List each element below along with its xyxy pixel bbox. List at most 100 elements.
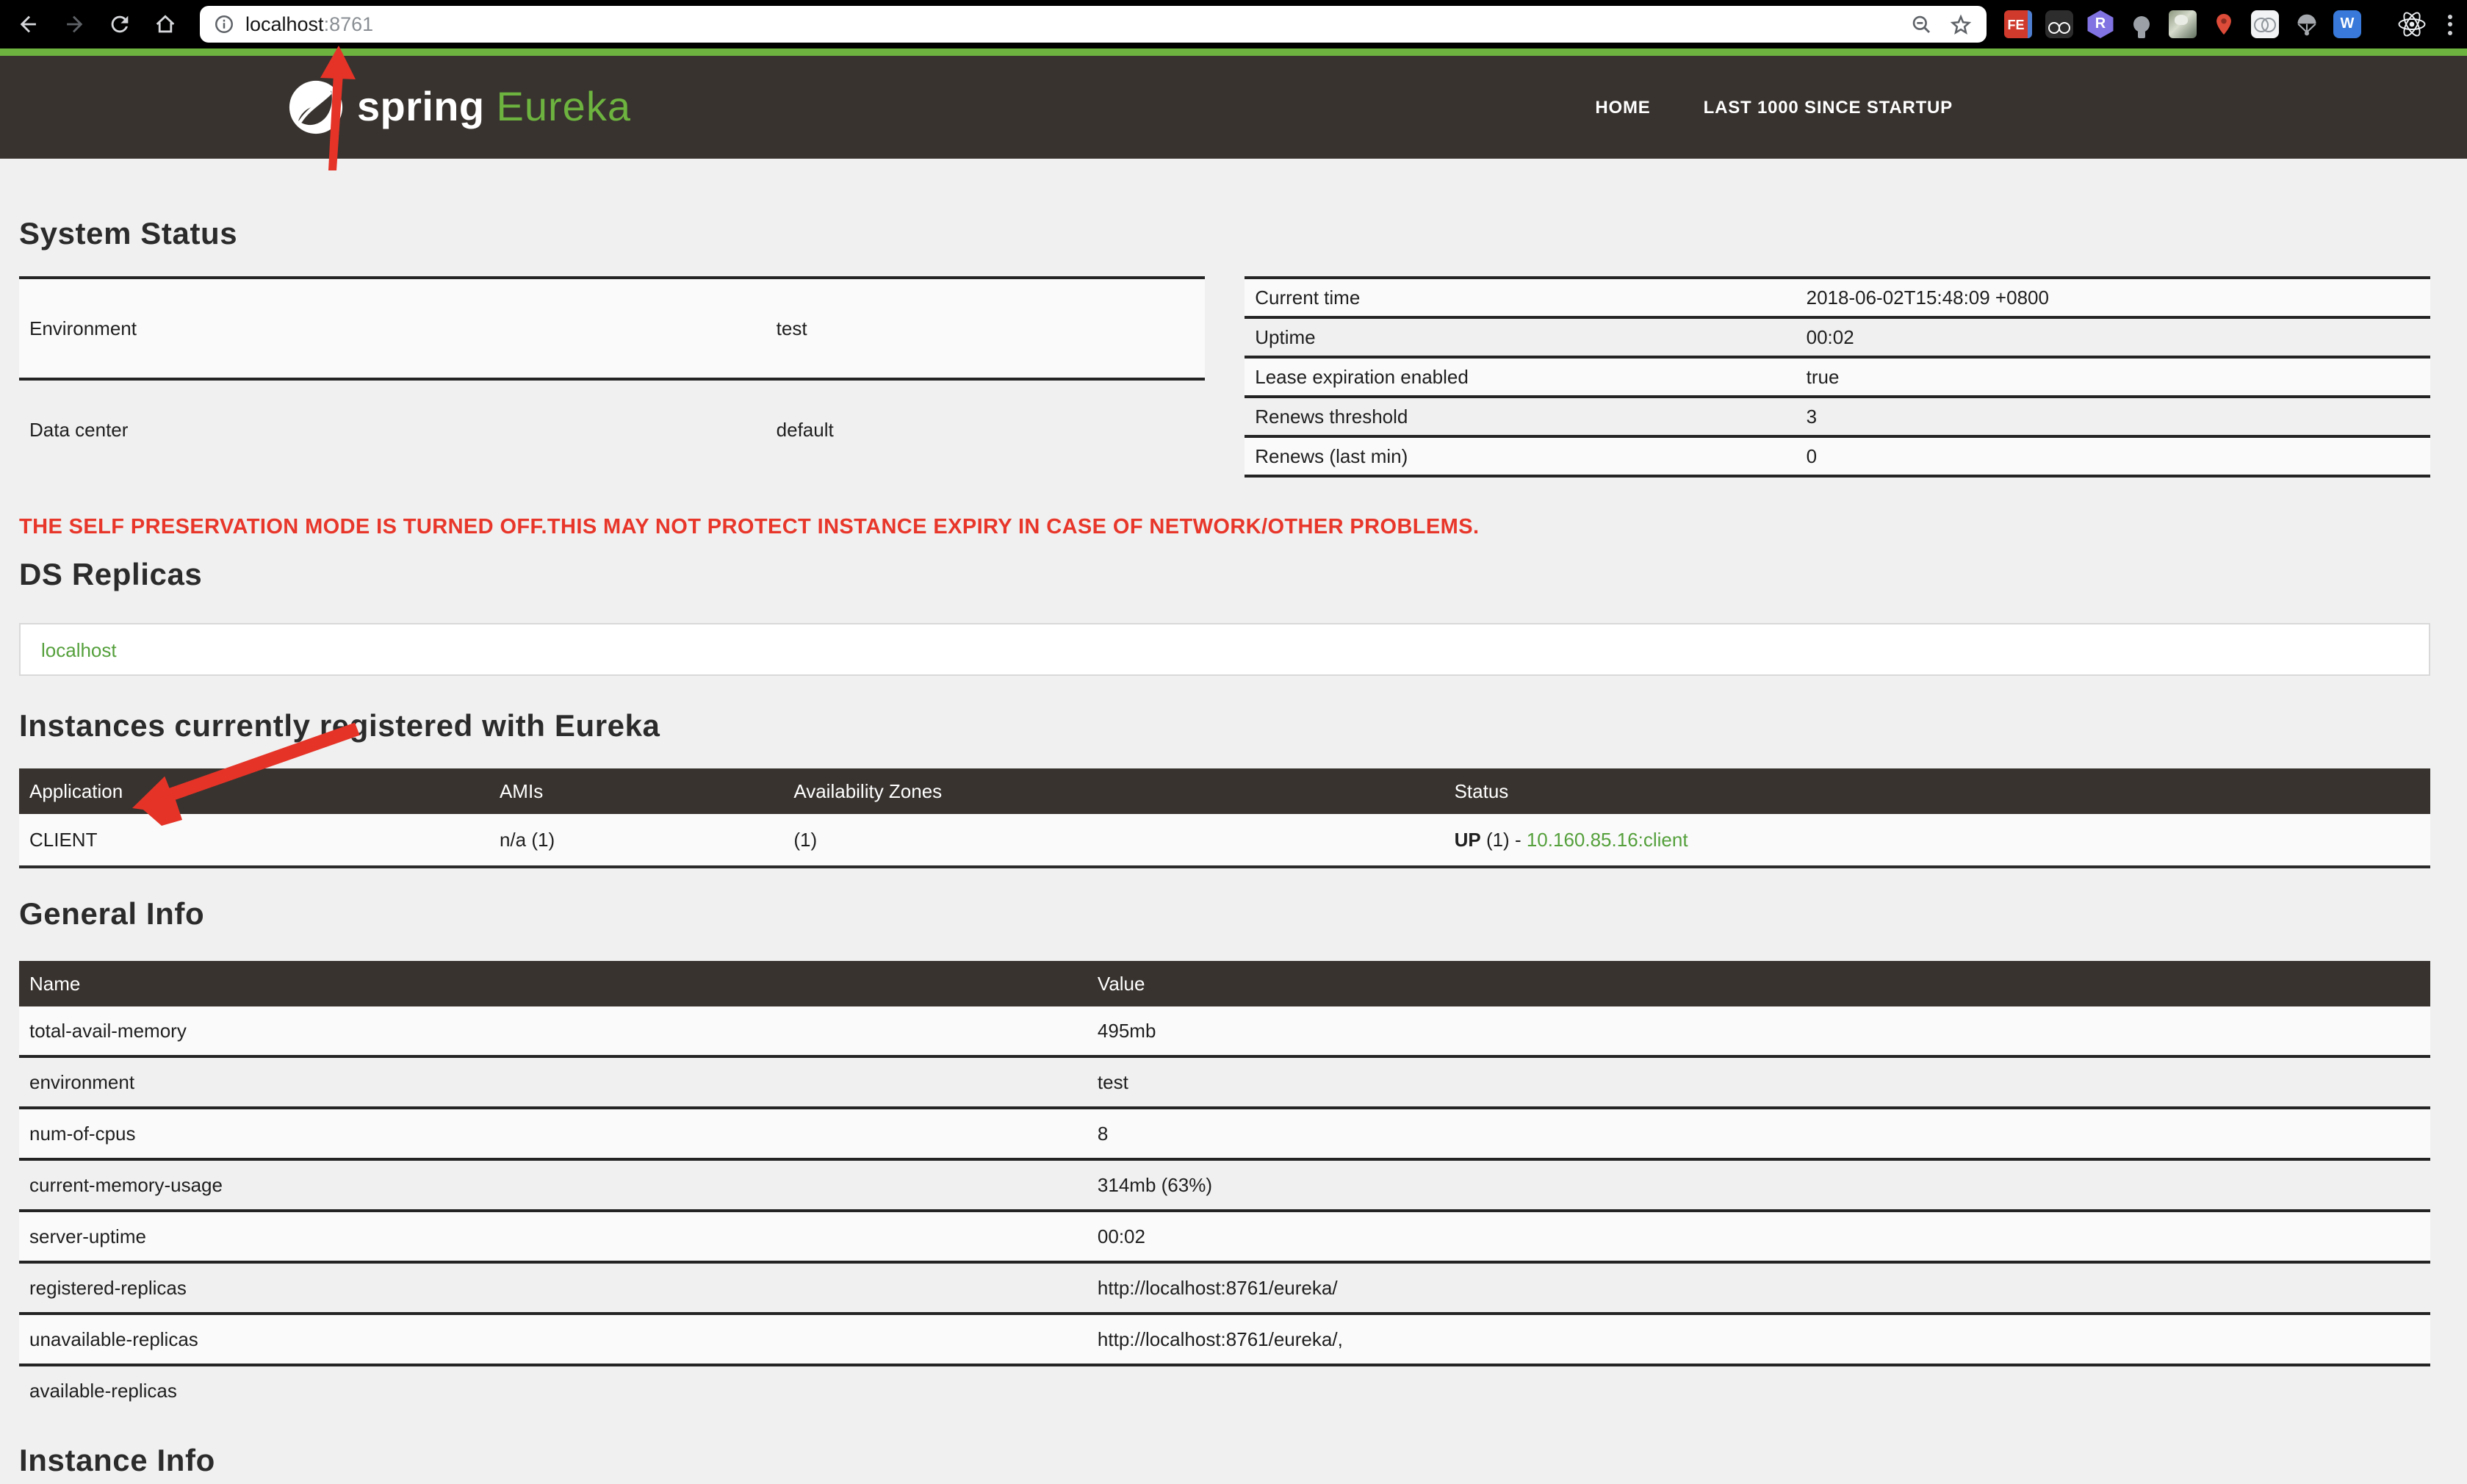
- table-row: Current time 2018-06-02T15:48:09 +0800: [1245, 276, 2430, 317]
- info-name: total-avail-memory: [19, 1006, 1087, 1056]
- back-arrow-icon: [19, 15, 35, 33]
- row-label: Uptime: [1245, 316, 1796, 357]
- instances-title: Instances currently registered with Eure…: [19, 710, 660, 743]
- header-nav: HOME LAST 1000 SINCE STARTUP: [1595, 97, 1953, 118]
- browser-toolbar: localhost:8761 FE R W: [0, 0, 2467, 48]
- info-value: 314mb (63%): [1087, 1158, 2430, 1211]
- row-label: Data center: [19, 378, 766, 478]
- info-value: 8: [1087, 1106, 2430, 1159]
- refresh-icon: [110, 15, 128, 33]
- nav-last-1000-link[interactable]: LAST 1000 SINCE STARTUP: [1704, 97, 1953, 118]
- instance-row: CLIENT n/a (1) (1) UP (1) - 10.160.85.16…: [19, 814, 2430, 868]
- refresh-button[interactable]: [100, 5, 138, 43]
- table-row: Uptime 00:02: [1245, 316, 2430, 357]
- zoom-out-icon[interactable]: [1910, 12, 1934, 36]
- react-devtools-button[interactable]: [2396, 9, 2427, 40]
- general-info-table: Name Value total-avail-memory 495mb envir…: [19, 961, 2430, 1415]
- home-button[interactable]: [145, 5, 184, 43]
- instance-zones: (1): [783, 814, 1444, 868]
- extension-avatar-icon[interactable]: [2169, 10, 2197, 38]
- general-info-header-row: Name Value: [19, 961, 2430, 1006]
- system-status-left-table: Environment test Data center default: [19, 275, 1205, 478]
- info-value: 00:02: [1087, 1209, 2430, 1262]
- address-bar[interactable]: localhost:8761: [200, 6, 1987, 43]
- page-info-icon[interactable]: [213, 13, 235, 35]
- extension-fe-icon[interactable]: FE: [2004, 10, 2032, 38]
- bookmark-star-icon[interactable]: [1948, 12, 1973, 37]
- browser-menu-button[interactable]: [2448, 14, 2452, 35]
- column-header-name: Name: [19, 961, 1087, 1006]
- url-port: :8761: [323, 13, 374, 35]
- back-button[interactable]: [9, 5, 47, 43]
- page-content: System Status Environment test Data cent…: [0, 159, 2467, 1484]
- info-value: test: [1087, 1055, 2430, 1108]
- extension-rings-icon[interactable]: [2251, 10, 2279, 38]
- general-info-title: General Info: [19, 898, 205, 932]
- row-label: Lease expiration enabled: [1245, 356, 1796, 397]
- info-value: http://localhost:8761/eureka/: [1087, 1261, 2430, 1314]
- extension-parachute-icon[interactable]: [2292, 10, 2320, 38]
- extension-lightbulb-icon[interactable]: [2128, 10, 2156, 38]
- info-value: http://localhost:8761/eureka/,: [1087, 1312, 2430, 1365]
- row-label: Renews (last min): [1245, 435, 1796, 478]
- spring-eureka-brand: spring Eureka: [288, 79, 631, 135]
- extension-goggles-icon[interactable]: [2045, 10, 2073, 38]
- row-label: Current time: [1245, 276, 1796, 317]
- column-header-value: Value: [1087, 961, 2430, 1006]
- info-name: environment: [19, 1055, 1087, 1108]
- instance-status-link[interactable]: 10.160.85.16:client: [1527, 829, 1688, 851]
- table-row: total-avail-memory 495mb: [19, 1006, 2430, 1056]
- system-status-right-table: Current time 2018-06-02T15:48:09 +0800 U…: [1245, 276, 2430, 478]
- table-row: server-uptime 00:02: [19, 1209, 2430, 1262]
- table-row: Data center default: [19, 378, 1205, 478]
- info-name: available-replicas: [19, 1364, 1087, 1415]
- info-name: server-uptime: [19, 1209, 1087, 1262]
- row-label: Environment: [19, 275, 766, 380]
- forward-button[interactable]: [54, 5, 93, 43]
- row-value: true: [1796, 356, 2430, 397]
- replica-localhost-link[interactable]: localhost: [41, 638, 117, 660]
- info-value: 495mb: [1087, 1006, 2430, 1056]
- instances-header-row: Application AMIs Availability Zones Stat…: [19, 768, 2430, 814]
- system-status-tables: Environment test Data center default Cur…: [19, 275, 2430, 478]
- row-value: 0: [1796, 435, 2430, 478]
- table-row: current-memory-usage 314mb (63%): [19, 1158, 2430, 1211]
- url-host: localhost: [245, 13, 324, 35]
- url-text[interactable]: localhost:8761: [245, 13, 373, 35]
- spring-leaf-logo-icon: [289, 80, 343, 134]
- row-label: Renews threshold: [1245, 395, 1796, 436]
- eureka-header: spring Eureka HOME LAST 1000 SINCE START…: [0, 56, 2467, 159]
- instance-status: UP (1) - 10.160.85.16:client: [1444, 814, 2430, 868]
- system-status-title: System Status: [19, 217, 238, 251]
- row-value: 3: [1796, 395, 2430, 436]
- table-row: unavailable-replicas http://localhost:876…: [19, 1312, 2430, 1365]
- forward-arrow-icon: [66, 15, 82, 33]
- extension-r-hexagon-icon[interactable]: R: [2087, 10, 2114, 38]
- brand-spring-text: spring: [357, 84, 485, 129]
- column-header-amis: AMIs: [489, 768, 784, 814]
- screen: localhost:8761 FE R W spring Eureka HOME…: [0, 0, 2467, 1484]
- row-value: 2018-06-02T15:48:09 +0800: [1796, 276, 2430, 317]
- instance-application: CLIENT: [19, 814, 489, 868]
- table-row: Renews (last min) 0: [1245, 435, 2430, 478]
- instance-info-title: Instance Info: [19, 1444, 215, 1478]
- react-atom-icon: [2398, 12, 2426, 37]
- extension-map-pin-icon[interactable]: [2210, 10, 2238, 38]
- r-label: R: [2095, 16, 2106, 32]
- table-row: environment test: [19, 1055, 2430, 1108]
- status-count: (1) -: [1480, 829, 1527, 851]
- info-name: current-memory-usage: [19, 1158, 1087, 1211]
- info-name: unavailable-replicas: [19, 1312, 1087, 1365]
- row-value: test: [766, 275, 1205, 380]
- fe-label: FE: [2007, 17, 2025, 32]
- row-value: default: [766, 378, 1205, 478]
- nav-home-link[interactable]: HOME: [1595, 97, 1650, 118]
- extension-strip: FE R W: [2004, 10, 2361, 38]
- home-icon: [155, 15, 174, 33]
- instance-amis: n/a (1): [489, 814, 784, 868]
- table-row: registered-replicas http://localhost:8761…: [19, 1261, 2430, 1314]
- extension-w-icon[interactable]: W: [2333, 10, 2361, 38]
- table-row: num-of-cpus 8: [19, 1106, 2430, 1159]
- brand-accent-line: [0, 48, 2467, 56]
- info-name: registered-replicas: [19, 1261, 1087, 1314]
